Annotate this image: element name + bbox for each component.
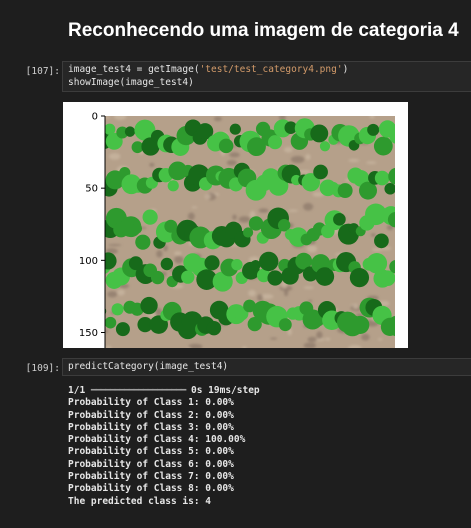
- y-tick-label: 150: [79, 328, 98, 339]
- output-line: The predicted class is: 4: [68, 495, 211, 507]
- output-line: Probability of Class 1: 0.00%: [68, 397, 234, 409]
- output-line: Probability of Class 3: 0.00%: [68, 421, 234, 433]
- y-tick-label: 0: [92, 112, 98, 123]
- y-axis-ticks: 050100150200: [79, 112, 105, 339]
- y-tick-label: 100: [79, 256, 98, 267]
- test-image: [105, 116, 395, 348]
- code-string: 'test/test_category4.png': [199, 64, 343, 75]
- progress-bar: ━━━━━━━━━━━━━━━━━━━━: [90, 385, 186, 396]
- image-plot: 050100150200: [79, 112, 395, 348]
- code-cell-predict[interactable]: predictCategory(image_test4): [62, 358, 471, 376]
- code-token: ): [342, 64, 349, 75]
- progress-count: 1/1: [68, 385, 91, 396]
- output-line: Probability of Class 6: 0.00%: [68, 458, 234, 470]
- output-line: Probability of Class 4: 100.00%: [68, 434, 246, 446]
- progress-line: 1/1 ━━━━━━━━━━━━━━━━━━━━ 0s 19ms/step: [68, 385, 260, 396]
- cell-prompt-109: [109]:: [25, 363, 60, 374]
- code-line: image_test4 = getImage('test/test_catego…: [68, 64, 348, 75]
- prediction-output: 1/1 ━━━━━━━━━━━━━━━━━━━━ 0s 19ms/step Pr…: [68, 385, 260, 508]
- markdown-heading: Reconhecendo uma imagem de categoria 4: [68, 20, 459, 41]
- image-plot-output: 050100150200: [63, 102, 408, 348]
- output-line: Probability of Class 7: 0.00%: [68, 471, 234, 483]
- code-line: predictCategory(image_test4): [68, 361, 229, 372]
- cell-prompt-107: [107]:: [25, 66, 60, 77]
- code-line: showImage(image_test4): [68, 77, 194, 88]
- code-cell-show-image[interactable]: image_test4 = getImage('test/test_catego…: [62, 61, 471, 92]
- output-line: Probability of Class 2: 0.00%: [68, 409, 234, 421]
- code-token: image_test4 = getImage(: [68, 64, 200, 75]
- y-tick-label: 50: [85, 184, 98, 195]
- output-line: Probability of Class 8: 0.00%: [68, 483, 234, 495]
- output-line: Probability of Class 5: 0.00%: [68, 446, 234, 458]
- progress-timing: 0s 19ms/step: [185, 385, 260, 396]
